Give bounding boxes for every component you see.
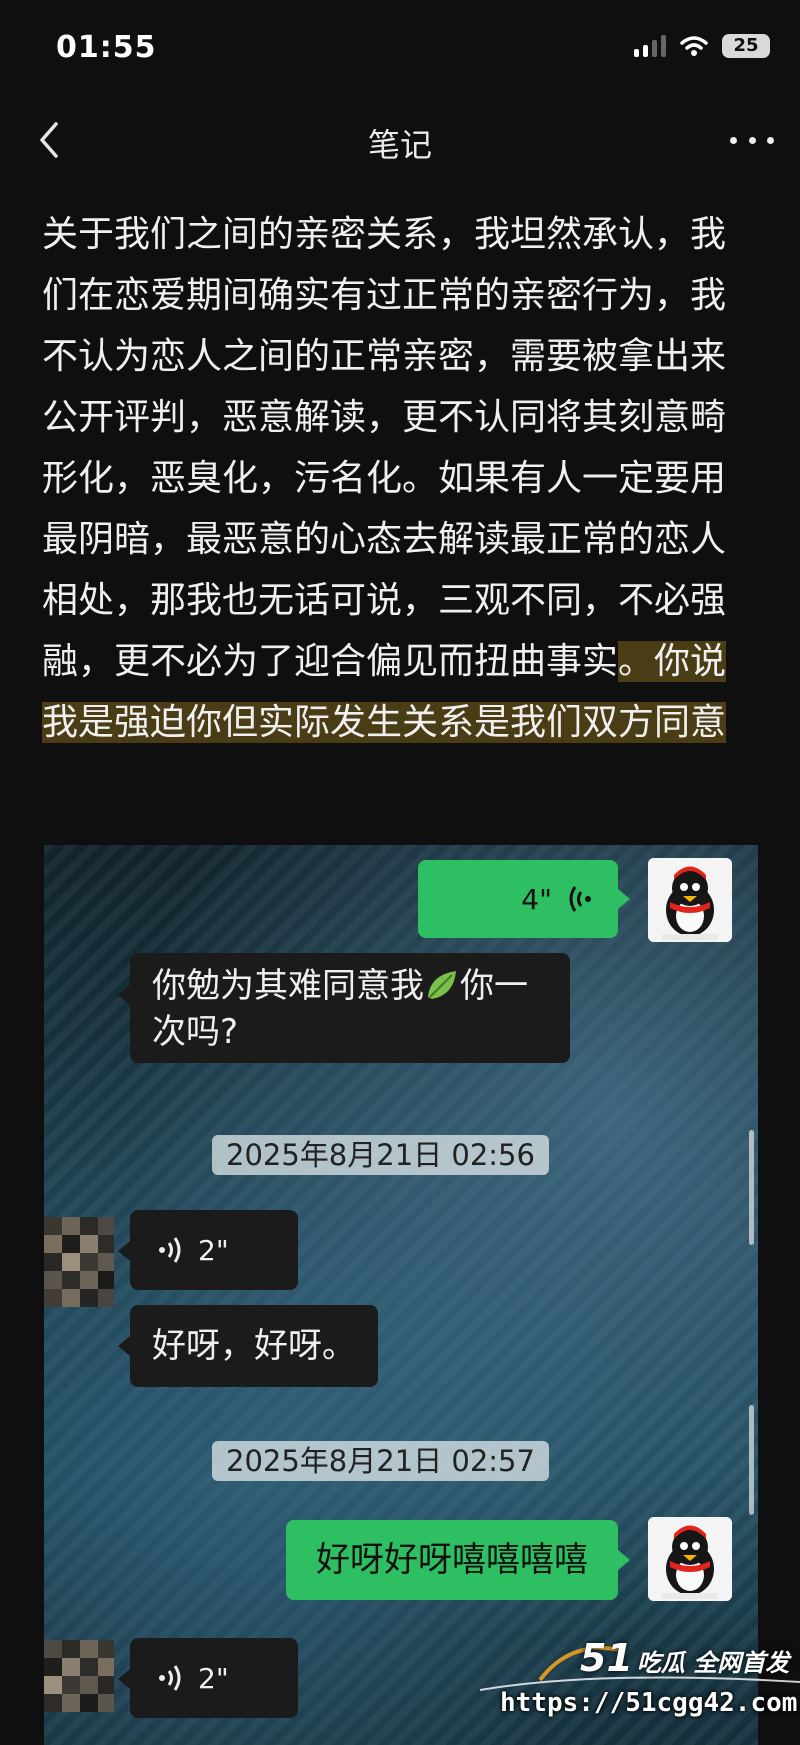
avatar[interactable] <box>44 1217 114 1307</box>
status-icons: 25 <box>634 34 770 58</box>
more-options-icon[interactable] <box>730 122 774 158</box>
note-text: 关于我们之间的亲密关系，我坦然承认，我们在恋爱期间确实有过正常的亲密行为，我不认… <box>42 214 727 682</box>
voice-wave-icon <box>159 1665 181 1691</box>
chat-timestamp: 2025年8月21日 02:56 <box>212 1135 549 1175</box>
watermark-url: https://51cgg42.com <box>500 1688 798 1718</box>
text-message-bubble[interactable]: 好呀，好呀。 <box>130 1305 378 1387</box>
penguin-avatar-icon <box>648 1517 732 1601</box>
text-message-bubble[interactable]: 好呀好呀嘻嘻嘻嘻 <box>286 1520 618 1600</box>
voice-duration: 2" <box>198 1661 229 1695</box>
text-message-bubble[interactable]: 你勉为其难同意我 你一次吗? <box>130 953 570 1063</box>
clock: 01:55 <box>56 30 157 65</box>
scrollbar[interactable] <box>749 1130 754 1245</box>
page-title: 笔记 <box>367 126 432 164</box>
note-body: 关于我们之间的亲密关系，我坦然承认，我们在恋爱期间确实有过正常的亲密行为，我不认… <box>42 204 742 753</box>
avatar[interactable] <box>648 858 732 942</box>
nav-bar: 笔记 <box>0 100 800 180</box>
watermark: 51 吃瓜 全网首发 https://51cgg42.com <box>480 1630 800 1730</box>
watermark-number: 51 <box>580 1636 633 1680</box>
battery-icon: 25 <box>722 34 770 58</box>
voice-message-bubble[interactable]: 2" <box>130 1638 298 1718</box>
leaf-emoji-icon <box>428 971 456 999</box>
pixelated-avatar-icon <box>44 1640 114 1712</box>
wifi-icon <box>680 36 708 56</box>
avatar[interactable] <box>44 1640 114 1730</box>
voice-duration: 4" <box>521 882 552 916</box>
penguin-avatar-icon <box>648 858 732 942</box>
voice-message-bubble[interactable]: 2" <box>130 1210 298 1290</box>
message-text: 你勉为其难同意我 <box>152 966 424 1006</box>
voice-wave-icon <box>159 1237 181 1263</box>
status-bar: 01:55 25 <box>0 0 800 100</box>
chat-timestamp: 2025年8月21日 02:57 <box>212 1441 549 1481</box>
voice-wave-icon <box>569 886 591 912</box>
pixelated-avatar-icon <box>44 1217 114 1307</box>
chat-screenshot: 4" 你勉为其难同意我 你一次吗? 2025年8月21日 02:56 2" 好呀… <box>44 845 758 1745</box>
cellular-signal-icon <box>634 35 666 57</box>
avatar[interactable] <box>648 1517 732 1601</box>
watermark-logo: 51 吃瓜 全网首发 <box>580 1636 789 1680</box>
watermark-logo-text: 吃瓜 全网首发 <box>636 1649 790 1677</box>
voice-duration: 2" <box>198 1233 229 1267</box>
scrollbar[interactable] <box>749 1405 754 1515</box>
voice-message-bubble[interactable]: 4" <box>418 860 618 938</box>
